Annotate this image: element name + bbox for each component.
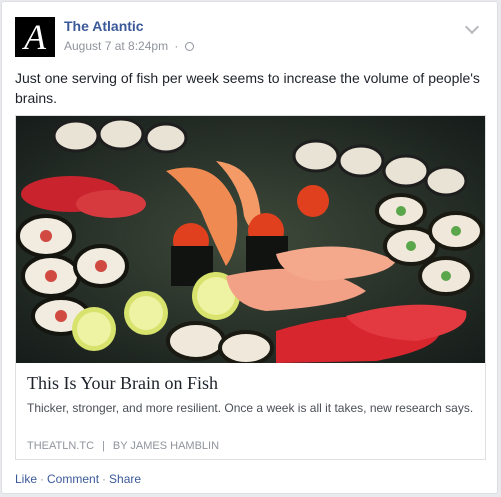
meta-separator: · bbox=[174, 39, 179, 53]
share-link[interactable]: Share bbox=[109, 472, 141, 486]
logo-letter: A bbox=[24, 17, 46, 57]
link-description: Thicker, stronger, and more resilient. O… bbox=[27, 401, 474, 415]
link-title[interactable]: This Is Your Brain on Fish bbox=[27, 373, 477, 394]
feed-post: A The Atlantic August 7 at 8:24pm · Just… bbox=[1, 1, 498, 494]
like-link[interactable]: Like bbox=[15, 472, 37, 486]
source-divider: | bbox=[102, 440, 105, 452]
link-domain: THEATLN.TC bbox=[27, 440, 95, 452]
post-timestamp[interactable]: August 7 at 8:24pm bbox=[64, 39, 168, 53]
action-separator: · bbox=[102, 472, 107, 486]
link-preview-card[interactable]: This Is Your Brain on Fish Thicker, stro… bbox=[15, 115, 486, 460]
link-image[interactable] bbox=[16, 116, 485, 363]
post-meta: August 7 at 8:24pm · bbox=[64, 39, 194, 53]
comment-link[interactable]: Comment bbox=[47, 472, 99, 486]
sushi-image bbox=[16, 116, 485, 363]
page-name-link[interactable]: The Atlantic bbox=[64, 18, 144, 34]
post-actions: Like · Comment · Share bbox=[15, 472, 141, 486]
link-source: THEATLN.TC | BY JAMES HAMBLIN bbox=[27, 440, 477, 452]
page-avatar[interactable]: A bbox=[15, 17, 55, 57]
globe-icon[interactable] bbox=[184, 42, 194, 51]
post-text: Just one serving of fish per week seems … bbox=[15, 70, 480, 106]
link-byline: BY JAMES HAMBLIN bbox=[112, 440, 220, 452]
chevron-down-icon[interactable] bbox=[464, 19, 480, 35]
post-header: A The Atlantic August 7 at 8:24pm · bbox=[15, 14, 485, 58]
action-separator: · bbox=[40, 472, 45, 486]
